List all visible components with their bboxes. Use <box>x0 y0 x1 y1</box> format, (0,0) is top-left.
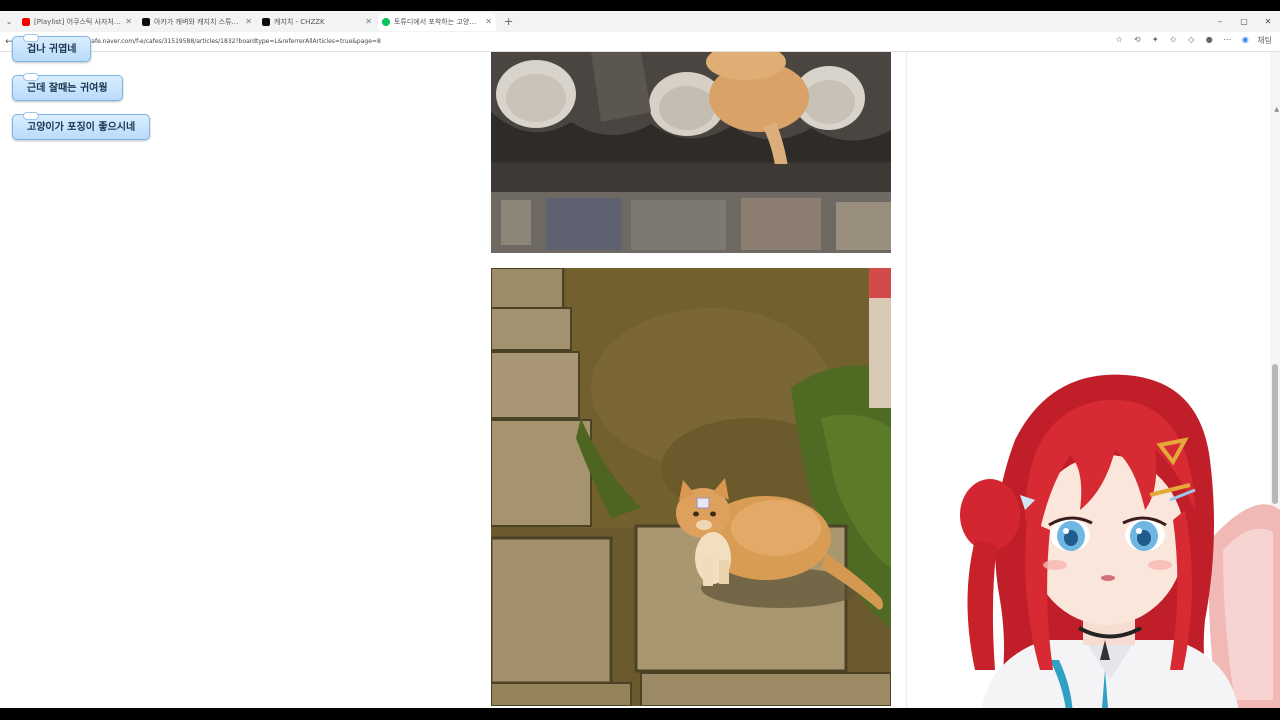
cat-roof-photo <box>491 52 891 253</box>
more-menu-icon[interactable]: ⋯ <box>1221 35 1233 46</box>
browser-tab-0[interactable]: [Playlist] 어쿠스틱 사자처럼 한 번 ✕ <box>18 13 136 31</box>
copilot-icon[interactable]: ◉ <box>1239 35 1251 46</box>
tab-search-icon[interactable]: ⌄ <box>0 17 18 26</box>
tab-close-icon[interactable]: ✕ <box>365 17 372 26</box>
profile-label[interactable]: 채팅 <box>1257 35 1272 46</box>
extensions-icon[interactable]: ✦ <box>1149 35 1161 46</box>
refresh-extension-icon[interactable]: ⟲ <box>1131 35 1143 46</box>
article-divider <box>906 52 907 712</box>
minimize-icon[interactable]: – <box>1208 17 1232 26</box>
bookmark-star-icon[interactable]: ☆ <box>1113 35 1125 46</box>
tab-title: [Playlist] 어쿠스틱 사자처럼 한 번 <box>34 17 121 26</box>
tab-close-icon[interactable]: ✕ <box>485 17 492 26</box>
tab-title: 아카가 캐벼와 캐지치 스튜디오 <box>154 17 242 26</box>
shield-icon[interactable]: ◇ <box>1185 35 1197 46</box>
cat-ground-photo <box>491 268 891 706</box>
favorites-icon[interactable]: ✩ <box>1167 35 1179 46</box>
top-bar <box>0 0 1280 11</box>
browser-tab-1[interactable]: 아카가 캐벼와 캐지치 스튜디오 ✕ <box>138 13 256 31</box>
naver-cafe-favicon-icon <box>382 17 390 26</box>
youtube-favicon-icon <box>22 17 30 26</box>
url-field[interactable]: cafe.naver.com/f-e/cafes/31519588/articl… <box>88 37 381 47</box>
streamer-avatar <box>955 370 1280 720</box>
browser-tab-2[interactable]: 캐지치 - CHZZK ✕ <box>258 13 376 31</box>
tab-close-icon[interactable]: ✕ <box>245 17 252 26</box>
new-tab-button[interactable]: + <box>504 15 513 28</box>
chzzk-favicon-icon <box>262 17 270 26</box>
tab-title: 캐지치 - CHZZK <box>274 17 325 26</box>
chzzk-favicon-icon <box>142 17 150 26</box>
toolbar-icons: ☆ ⟲ ✦ ✩ ◇ ● ⋯ ◉ 채팅 <box>1113 35 1272 46</box>
scroll-up-icon[interactable]: ▲ <box>1274 106 1279 113</box>
tab-strip: ⌄ [Playlist] 어쿠스틱 사자처럼 한 번 ✕ 아카가 캐벼와 캐지치… <box>0 11 1280 32</box>
close-window-icon[interactable]: ✕ <box>1256 17 1280 26</box>
maximize-icon[interactable]: ▢ <box>1232 17 1256 26</box>
profile-icon[interactable]: ● <box>1203 35 1215 46</box>
chat-bubble: 근데 잘때는 귀여웡 <box>12 73 123 101</box>
tab-close-icon[interactable]: ✕ <box>125 17 132 26</box>
window-controls: – ▢ ✕ <box>1208 11 1280 32</box>
bottom-bar <box>0 708 1280 720</box>
chat-bubble: 겁나 귀엽네 <box>12 34 92 62</box>
browser-tab-3[interactable]: 토튜디에서 포착하는 고양이 네 ✕ <box>378 12 496 31</box>
address-bar: ← cafe.naver.com/f-e/cafes/31519588/arti… <box>0 32 1280 52</box>
tab-title: 토튜디에서 포착하는 고양이 네 <box>394 17 482 26</box>
chat-bubble: 고양이가 포징이 좋으시네 <box>12 112 151 140</box>
